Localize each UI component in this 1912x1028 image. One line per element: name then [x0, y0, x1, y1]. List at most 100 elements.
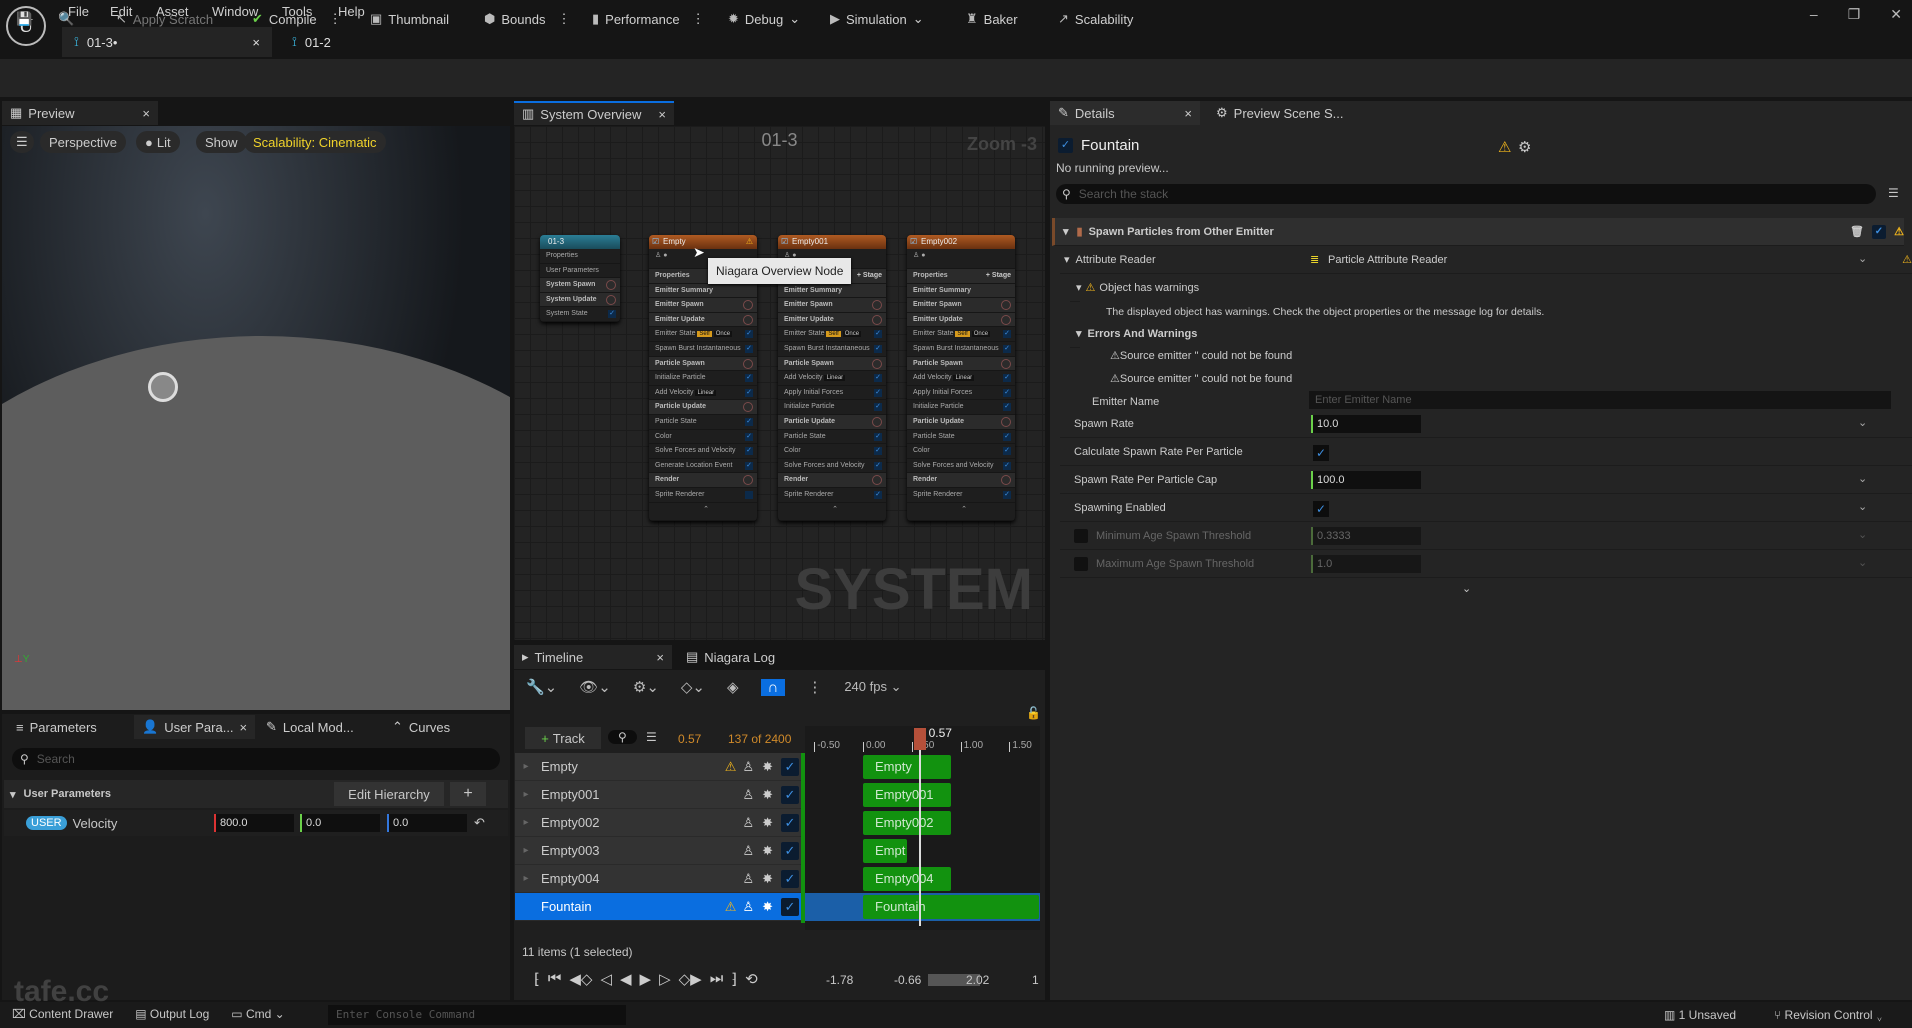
node-row[interactable]: Particle Spawn — [907, 356, 1015, 372]
track-row[interactable]: ▸ Empty004 ♙ ✸ ✓ — [515, 865, 805, 893]
velocity-x-input[interactable]: 800.0 — [214, 814, 294, 832]
add-module-icon[interactable] — [743, 358, 753, 369]
close-icon[interactable]: × — [656, 650, 664, 665]
min-age-checkbox[interactable] — [1074, 528, 1088, 543]
checkbox[interactable]: ✓ — [745, 417, 753, 426]
fps-dropdown[interactable]: 240 fps ⌄ — [844, 679, 901, 695]
edit-hierarchy-button[interactable]: Edit Hierarchy — [334, 782, 444, 806]
node-row[interactable]: Emitter Spawn — [907, 298, 1015, 313]
checkbox[interactable]: ✓ — [1003, 374, 1011, 383]
tab-system-overview[interactable]: ▥ System Overview × — [514, 101, 674, 125]
jump-forward-icon[interactable]: ⏭ — [710, 970, 724, 988]
prev-key-icon[interactable]: ◀◇ — [569, 970, 592, 988]
chevron-down-icon[interactable]: ⌄ — [1858, 416, 1867, 429]
play-reverse-icon[interactable]: ◀ — [620, 970, 632, 988]
node-row[interactable]: System Spawn — [540, 278, 620, 293]
bounds-button[interactable]: ⬢ Bounds ⋮ — [484, 8, 570, 30]
node-row[interactable]: System Update — [540, 292, 620, 308]
node-row[interactable]: Spawn Burst Instantaneous ✓ — [778, 342, 886, 357]
checkbox[interactable]: ✓ — [874, 490, 882, 499]
lock-icon[interactable]: 🔓 — [1026, 706, 1041, 720]
checkbox[interactable]: ✓ — [874, 432, 882, 441]
node-row[interactable]: User Parameters — [540, 264, 620, 279]
node-row[interactable]: Render — [778, 473, 886, 488]
checkbox[interactable]: ✓ — [745, 330, 753, 339]
node-row[interactable]: Solve Forces and Velocity ✓ — [778, 459, 886, 474]
view-end[interactable]: 2.02 — [966, 973, 989, 987]
chevron-down-icon[interactable]: ⌄ — [1858, 500, 1867, 513]
eye-icon[interactable]: 👁⌄ — [579, 678, 611, 696]
node-row[interactable]: Render — [649, 473, 757, 488]
checkbox[interactable]: ✓ — [745, 374, 753, 383]
max-age-input[interactable]: 1.0 — [1311, 555, 1421, 573]
node-row[interactable]: Add Velocity Linear ✓ — [649, 386, 757, 401]
node-row[interactable]: Emitter State Self Once ✓ — [778, 327, 886, 342]
key-icon[interactable]: ◇⌄ — [681, 678, 705, 696]
expand-arrow-icon[interactable]: ▸ — [515, 845, 537, 856]
sparkle-icon[interactable]: ✸ — [762, 899, 773, 915]
node-row[interactable]: Emitter Update — [907, 312, 1015, 328]
emitter-gizmo-icon[interactable] — [148, 372, 178, 402]
track-search-button[interactable]: ⚲ — [608, 730, 637, 744]
sparkle-icon[interactable]: ✸ — [762, 759, 773, 775]
emitter-node[interactable]: Empty002 ☑ ♙ ● Properties + Stage Emitter Sum… — [907, 235, 1015, 521]
baker-button[interactable]: ♜ Baker — [966, 8, 1018, 30]
emitter-enabled-checkbox[interactable]: ☑ — [652, 235, 659, 249]
next-key-icon[interactable]: ◇▶ — [679, 970, 702, 988]
track-section[interactable]: Empty004 — [863, 867, 951, 891]
sparkle-icon[interactable]: ✸ — [762, 843, 773, 859]
node-row[interactable]: Solve Forces and Velocity ✓ — [907, 459, 1015, 474]
checkbox[interactable]: ✓ — [874, 461, 882, 470]
cmd-dropdown[interactable]: ▭ Cmd ⌄ — [231, 1007, 284, 1021]
node-row[interactable]: Sprite Renderer ✓ — [907, 488, 1015, 503]
track-enabled-checkbox[interactable]: ✓ — [781, 813, 799, 832]
tab-params-0[interactable]: ≡ Parameters — [8, 715, 105, 739]
track-enabled-checkbox[interactable]: ✓ — [781, 757, 799, 776]
add-module-icon[interactable] — [872, 314, 882, 325]
tab-params-3[interactable]: ⌃ Curves — [384, 715, 458, 739]
checkbox[interactable]: ✓ — [1003, 432, 1011, 441]
isolate-icon[interactable]: ♙ — [742, 815, 754, 831]
track-row[interactable]: ▸ Empty003 ♙ ✸ ✓ — [515, 837, 805, 865]
go-to-end-icon[interactable]: ⁆ — [731, 970, 737, 988]
isolate-icon[interactable]: ♙ — [742, 871, 754, 887]
performance-options-icon[interactable]: ⋮ — [692, 11, 705, 27]
track-row[interactable]: ▸ Empty ⚠ ♙ ✸ ✓ — [515, 753, 805, 781]
add-module-icon[interactable] — [872, 416, 882, 427]
content-drawer-button[interactable]: ⌧ Content Drawer — [12, 1007, 113, 1021]
velocity-z-input[interactable]: 0.0 — [387, 814, 467, 832]
filter-icon[interactable]: ☰ — [1888, 186, 1899, 200]
max-age-checkbox[interactable] — [1074, 556, 1088, 571]
track-row[interactable]: ▸ Empty002 ♙ ✸ ✓ — [515, 809, 805, 837]
node-row[interactable]: Emitter State Self Once ✓ — [649, 327, 757, 342]
add-module-icon[interactable] — [1001, 358, 1011, 369]
spawn-cap-input[interactable]: 100.0 — [1311, 471, 1421, 489]
warning-icon[interactable]: ⚠ — [1498, 138, 1511, 156]
node-row[interactable]: Emitter Spawn — [649, 298, 757, 313]
add-module-icon[interactable] — [872, 300, 882, 311]
wrench-icon[interactable]: 🔧⌄ — [526, 678, 557, 696]
doc-tab-01-3[interactable]: ⟟ 01-3• × — [62, 27, 272, 57]
emitter-enabled-checkbox[interactable]: ☑ — [910, 235, 917, 249]
sparkle-icon[interactable]: ✸ — [762, 787, 773, 803]
collapse-node-button[interactable]: ⌃ — [649, 503, 757, 521]
timeline-track-area[interactable]: -0.500.000.501.001.50EmptyEmpty001Empty0… — [805, 726, 1040, 930]
checkbox[interactable]: ✓ — [1003, 388, 1011, 397]
checkbox[interactable]: ✓ — [874, 403, 882, 412]
play-icon[interactable]: ▶ — [640, 970, 652, 988]
emitter-node-header[interactable]: Empty002 ☑ — [907, 235, 1015, 249]
attribute-reader-row[interactable]: ▾ Attribute Reader ≣ Particle Attribute Re… — [1060, 246, 1912, 274]
menu-asset[interactable]: Asset — [156, 4, 189, 19]
debug-button[interactable]: ✹ Debug ⌄ — [728, 8, 800, 30]
expand-arrow-icon[interactable]: ▸ — [515, 761, 537, 772]
add-parameter-button[interactable]: + — [450, 782, 486, 806]
emitter-node-header[interactable]: Empty001 ☑ — [778, 235, 886, 249]
console-input[interactable]: Enter Console Command — [328, 1005, 626, 1025]
add-stage-button[interactable]: + Stage — [857, 269, 882, 284]
chevron-down-icon[interactable]: ⌄ — [1858, 528, 1867, 541]
checkbox[interactable]: ✓ — [874, 344, 882, 353]
loop-icon[interactable]: ⟲ — [745, 970, 758, 988]
expand-arrow-icon[interactable]: ▸ — [515, 789, 537, 800]
menu-edit[interactable]: Edit — [110, 4, 132, 19]
unsaved-button[interactable]: ▥ 1 Unsaved — [1664, 1008, 1736, 1022]
